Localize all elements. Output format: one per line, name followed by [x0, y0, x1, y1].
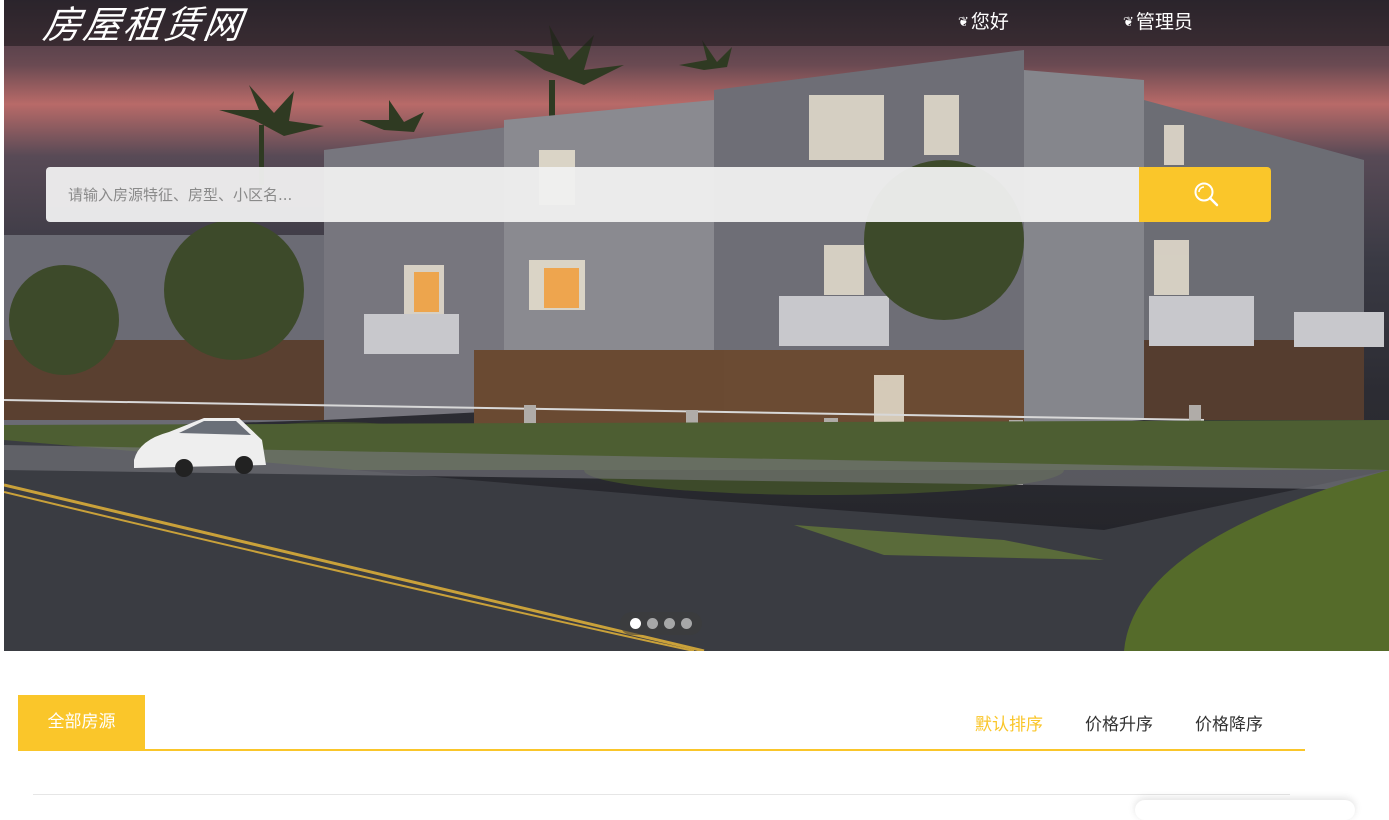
palm-icon: ❦ — [958, 15, 969, 30]
sort-price-desc[interactable]: 价格降序 — [1195, 710, 1263, 735]
hero-banner — [4, 0, 1389, 651]
palm-icon: ❦ — [1123, 15, 1134, 30]
carousel-dot[interactable] — [664, 618, 675, 629]
list-divider — [33, 794, 1290, 795]
site-logo[interactable]: 房屋租赁网 — [40, 0, 248, 49]
sort-default[interactable]: 默认排序 — [975, 710, 1043, 735]
left-edge-strip — [0, 0, 4, 630]
carousel-indicators — [620, 612, 702, 635]
carousel-dot[interactable] — [681, 618, 692, 629]
nav-admin-link[interactable]: ❦ 管理员 — [1123, 7, 1193, 34]
tab-all-listings[interactable]: 全部房源 — [18, 695, 145, 749]
listing-header: 全部房源 默认排序 价格升序 价格降序 — [18, 695, 1305, 751]
search-button[interactable] — [1139, 167, 1271, 222]
nav-hello-label: 您好 — [970, 11, 1009, 33]
nav-hello-link[interactable]: ❦ 您好 — [958, 7, 1009, 34]
nav-admin-label: 管理员 — [1135, 11, 1193, 33]
search-icon — [1194, 182, 1219, 207]
sort-price-asc[interactable]: 价格升序 — [1085, 710, 1153, 735]
hero-image — [4, 25, 1389, 651]
top-navbar: 房屋租赁网 ❦ 您好 ❦ 管理员 — [4, 0, 1389, 49]
carousel-dot[interactable] — [647, 618, 658, 629]
listing-card-peek — [1135, 800, 1355, 820]
search-bar — [46, 167, 1271, 222]
carousel-dot[interactable] — [630, 618, 641, 629]
search-input[interactable] — [46, 167, 1139, 222]
